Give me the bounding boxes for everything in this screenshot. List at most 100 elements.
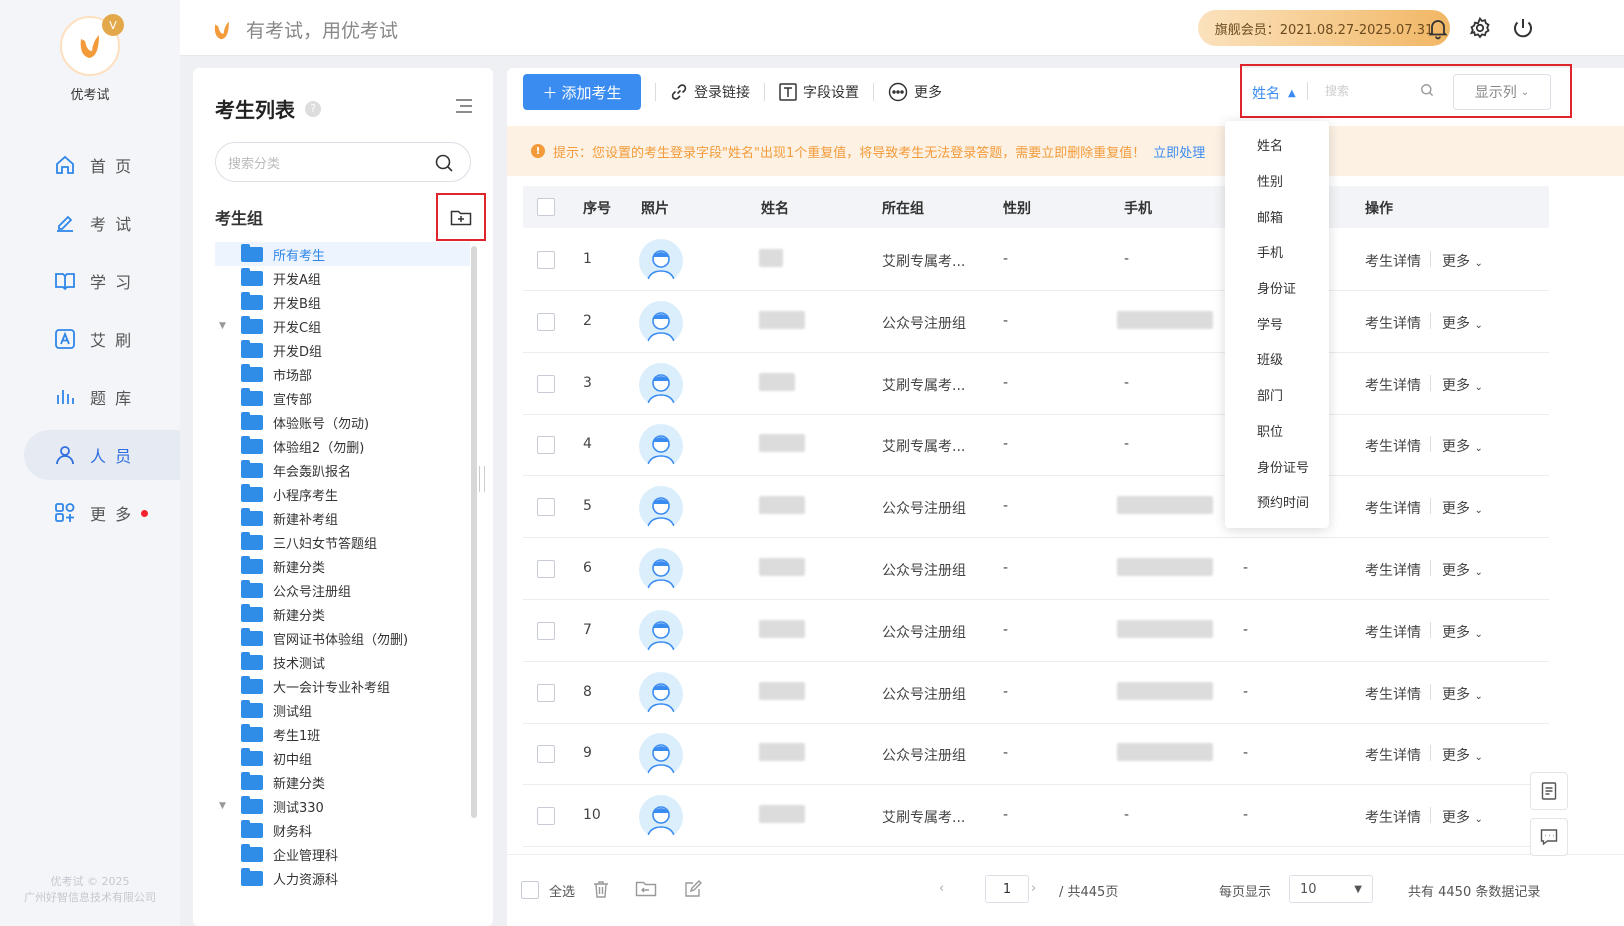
page-input[interactable]: 1 [985,875,1029,903]
row-more-button[interactable]: 更多 ⌄ [1442,375,1483,395]
group-item[interactable]: ▼ 开发C组 [215,314,470,338]
gear-icon[interactable] [1468,16,1492,40]
help-icon[interactable]: ? [305,100,321,117]
group-item[interactable]: 新建分类 [215,770,470,794]
group-item[interactable]: 官网证书体验组（勿删) [215,626,470,650]
collapse-menu-icon[interactable] [455,98,473,114]
field-settings-button[interactable]: 字段设置 [779,82,859,102]
group-item[interactable]: 体验组2（勿删) [215,434,470,458]
detail-link[interactable]: 考生详情 [1365,560,1421,580]
detail-link[interactable]: 考生详情 [1365,622,1421,642]
search-input[interactable]: 搜索 [1325,82,1349,99]
move-folder-icon[interactable] [635,879,657,899]
row-more-button[interactable]: 更多 ⌄ [1442,251,1483,271]
group-item[interactable]: 三八妇女节答题组 [215,530,470,554]
group-item[interactable]: 企业管理科 [215,842,470,866]
show-columns-button[interactable]: 显示列 ⌄ [1453,74,1551,110]
detail-link[interactable]: 考生详情 [1365,498,1421,518]
nav-item-0[interactable]: 首 页 [24,140,180,190]
dropdown-option[interactable]: 班级 [1225,341,1329,377]
detail-link[interactable]: 考生详情 [1365,684,1421,704]
panel-resize-handle[interactable] [479,466,485,492]
group-item[interactable]: 宣传部 [215,386,470,410]
group-item[interactable]: 新建分类 [215,554,470,578]
row-checkbox[interactable] [537,621,555,640]
row-checkbox[interactable] [537,807,555,826]
group-item[interactable]: ▼ 测试330 [215,794,470,818]
nav-item-2[interactable]: 学 习 [24,256,180,306]
dropdown-option[interactable]: 部门 [1225,377,1329,413]
group-item[interactable]: 大一会计专业补考组 [215,674,470,698]
dropdown-option[interactable]: 身份证 [1225,270,1329,306]
group-item[interactable]: 市场部 [215,362,470,386]
row-checkbox[interactable] [537,374,555,393]
detail-link[interactable]: 考生详情 [1365,375,1421,395]
row-checkbox[interactable] [537,683,555,702]
group-search-input[interactable]: 搜索分类 [215,142,471,182]
nav-item-6[interactable]: 更 多 [24,488,180,538]
row-more-button[interactable]: 更多 ⌄ [1442,622,1483,642]
add-group-button[interactable] [436,193,486,241]
trash-icon[interactable] [591,879,611,899]
group-item[interactable]: 测试组 [215,698,470,722]
dropdown-option[interactable]: 学号 [1225,305,1329,341]
dropdown-option[interactable]: 邮箱 [1225,198,1329,234]
handle-now-link[interactable]: 立即处理 [1153,142,1205,161]
row-checkbox[interactable] [537,436,555,455]
next-page-icon[interactable]: › [1031,881,1036,896]
row-more-button[interactable]: 更多 ⌄ [1442,498,1483,518]
group-item[interactable]: 财务科 [215,818,470,842]
notes-float-button[interactable] [1530,772,1568,810]
row-more-button[interactable]: 更多 ⌄ [1442,436,1483,456]
nav-item-4[interactable]: 题 库 [24,372,180,422]
dropdown-option[interactable]: 身份证号 [1225,448,1329,484]
expand-arrow-icon[interactable]: ▼ [219,801,233,811]
group-item[interactable]: 技术测试 [215,650,470,674]
group-item[interactable]: 初中组 [215,746,470,770]
row-more-button[interactable]: 更多 ⌄ [1442,745,1483,765]
tree-scrollbar[interactable] [471,246,477,818]
edit-icon[interactable] [683,879,703,899]
group-item[interactable]: 考生1班 [215,722,470,746]
group-item[interactable]: 所有考生 [215,242,470,266]
row-more-button[interactable]: 更多 ⌄ [1442,807,1483,827]
detail-link[interactable]: 考生详情 [1365,313,1421,333]
detail-link[interactable]: 考生详情 [1365,745,1421,765]
page-size-select[interactable]: 10 ▼ [1289,875,1373,903]
detail-link[interactable]: 考生详情 [1365,807,1421,827]
group-item[interactable]: 新建分类 [215,602,470,626]
group-item[interactable]: 公众号注册组 [215,578,470,602]
power-icon[interactable] [1511,16,1535,40]
nav-item-3[interactable]: 艾 刷 [24,314,180,364]
dropdown-option[interactable]: 手机 [1225,234,1329,270]
group-item[interactable]: 小程序考生 [215,482,470,506]
dropdown-option[interactable]: 性别 [1225,163,1329,199]
row-checkbox[interactable] [537,251,555,269]
app-logo[interactable]: V [60,14,124,76]
membership-badge[interactable]: 旗舰会员：2021.08.27-2025.07.31 [1198,10,1450,46]
prev-page-icon[interactable]: ‹ [939,881,944,896]
row-more-button[interactable]: 更多 ⌄ [1442,560,1483,580]
group-item[interactable]: 开发A组 [215,266,470,290]
row-more-button[interactable]: 更多 ⌄ [1442,313,1483,333]
select-all-checkbox[interactable] [537,198,555,216]
nav-item-1[interactable]: 考 试 [24,198,180,248]
group-item[interactable]: 人力资源科 [215,866,470,890]
group-item[interactable]: 开发D组 [215,338,470,362]
dropdown-option[interactable]: 预约时间 [1225,484,1329,520]
row-checkbox[interactable] [537,312,555,331]
row-checkbox[interactable] [537,560,555,578]
group-item[interactable]: 体验账号（勿动) [215,410,470,434]
search-icon[interactable] [1420,83,1434,97]
footer-select-all-checkbox[interactable] [521,881,539,899]
row-more-button[interactable]: 更多 ⌄ [1442,684,1483,704]
row-checkbox[interactable] [537,745,555,764]
more-button[interactable]: 更多 [888,82,942,102]
add-examinee-button[interactable]: ＋添加考生 [523,74,641,110]
group-item[interactable]: 新建补考组 [215,506,470,530]
dropdown-option[interactable]: 姓名 [1225,127,1329,163]
detail-link[interactable]: 考生详情 [1365,251,1421,271]
row-checkbox[interactable] [537,498,555,517]
bell-icon[interactable] [1426,16,1450,40]
dropdown-option[interactable]: 职位 [1225,413,1329,449]
